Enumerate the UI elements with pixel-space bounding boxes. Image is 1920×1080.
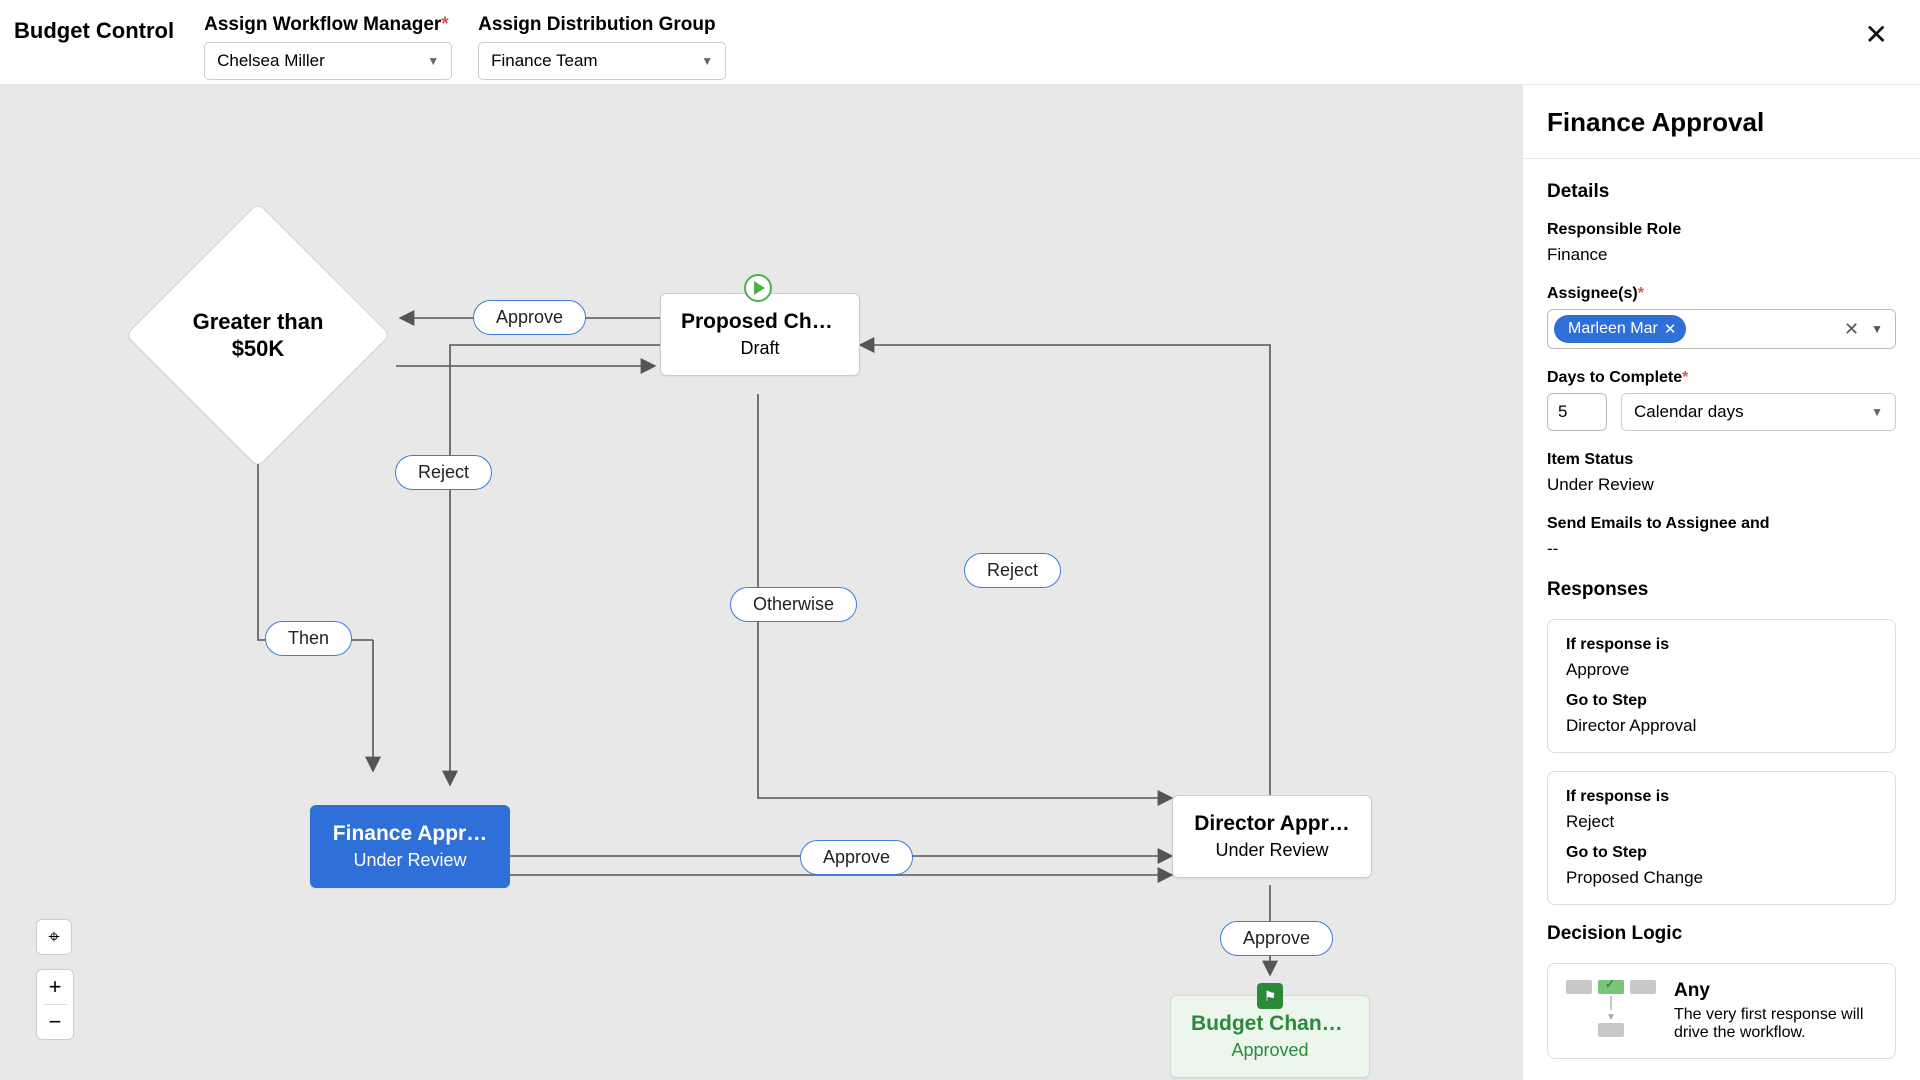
assignees-field: Assignee(s)* Marleen Mar ✕ ✕ ▼	[1547, 285, 1896, 349]
edge-label-reject[interactable]: Reject	[964, 553, 1061, 588]
edge-label-reject[interactable]: Reject	[395, 455, 492, 490]
workflow-canvas[interactable]: Greater than $50K Proposed Cha… Draft Fi…	[0, 85, 1522, 1080]
clear-assignees-icon[interactable]: ✕	[1838, 319, 1865, 340]
assignee-chip[interactable]: Marleen Mar ✕	[1554, 315, 1686, 343]
header: Budget Control Assign Workflow Manager* …	[0, 0, 1920, 85]
days-input[interactable]	[1547, 393, 1607, 431]
item-status-field: Item Status Under Review	[1547, 451, 1896, 495]
flag-icon: ⚑	[1264, 988, 1277, 1005]
zoom-controls: ⌖ + −	[36, 919, 74, 1040]
end-marker: ⚑	[1257, 983, 1283, 1009]
assignees-input[interactable]: Marleen Mar ✕ ✕ ▼	[1547, 309, 1896, 349]
remove-chip-icon[interactable]: ✕	[1664, 320, 1677, 338]
workflow-manager-label: Assign Workflow Manager*	[204, 14, 452, 36]
finance-approval-node[interactable]: Finance Appr… Under Review	[310, 805, 510, 888]
days-to-complete-field: Days to Complete* Calendar days ▼	[1547, 369, 1896, 431]
chevron-down-icon: ▼	[1871, 405, 1883, 419]
chevron-down-icon: ▼	[701, 54, 713, 68]
days-type-dropdown[interactable]: Calendar days ▼	[1621, 393, 1896, 431]
zoom-out-button[interactable]: −	[37, 1005, 73, 1039]
decision-logic-icon: ▼	[1566, 980, 1656, 1042]
close-button[interactable]: ✕	[1857, 14, 1896, 55]
target-icon: ⌖	[48, 926, 59, 949]
page-title: Budget Control	[14, 18, 174, 44]
responsible-role-field: Responsible Role Finance	[1547, 221, 1896, 265]
start-marker	[744, 274, 772, 302]
distribution-group-dropdown[interactable]: Finance Team ▼	[478, 42, 726, 80]
responses-heading: Responses	[1547, 579, 1896, 601]
decision-logic-card[interactable]: ▼ Any The very first response will drive…	[1547, 963, 1896, 1059]
edge-label-then[interactable]: Then	[265, 621, 352, 656]
close-icon: ✕	[1865, 19, 1888, 50]
zoom-in-button[interactable]: +	[37, 970, 73, 1004]
send-emails-field: Send Emails to Assignee and --	[1547, 515, 1896, 559]
edge-label-otherwise[interactable]: Otherwise	[730, 587, 857, 622]
response-card[interactable]: If response is Reject Go to Step Propose…	[1547, 771, 1896, 905]
edge-label-approve[interactable]: Approve	[800, 840, 913, 875]
distribution-group-label: Assign Distribution Group	[478, 14, 726, 36]
decision-logic-heading: Decision Logic	[1547, 923, 1896, 945]
proposed-change-node[interactable]: Proposed Cha… Draft	[660, 293, 860, 376]
chevron-down-icon[interactable]: ▼	[1865, 322, 1889, 336]
decision-node[interactable]: Greater than $50K	[128, 205, 388, 465]
zoom-pair: + −	[36, 969, 74, 1040]
workflow-manager-dropdown[interactable]: Chelsea Miller ▼	[204, 42, 452, 80]
distribution-group-field: Assign Distribution Group Finance Team ▼	[478, 14, 726, 80]
edge-label-approve[interactable]: Approve	[1220, 921, 1333, 956]
chevron-down-icon: ▼	[427, 54, 439, 68]
play-icon	[754, 281, 765, 295]
side-panel: Finance Approval Details Responsible Rol…	[1522, 85, 1920, 1080]
main: Greater than $50K Proposed Cha… Draft Fi…	[0, 85, 1920, 1080]
director-approval-node[interactable]: Director Appr… Under Review	[1172, 795, 1372, 878]
workflow-manager-field: Assign Workflow Manager* Chelsea Miller …	[204, 14, 452, 80]
details-heading: Details	[1547, 181, 1896, 203]
panel-title: Finance Approval	[1547, 107, 1896, 138]
recenter-button[interactable]: ⌖	[36, 919, 72, 955]
response-card[interactable]: If response is Approve Go to Step Direct…	[1547, 619, 1896, 753]
edge-label-approve[interactable]: Approve	[473, 300, 586, 335]
